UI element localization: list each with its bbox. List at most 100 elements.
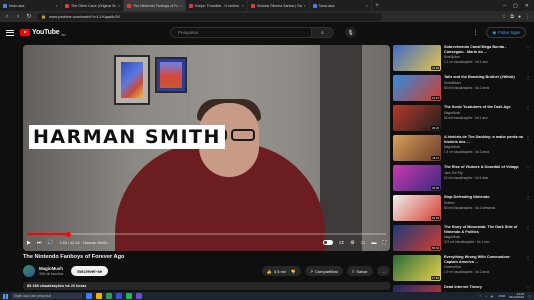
recommendation-item[interactable]: 21:47 Tails and the Bombing Brother (#Wea… bbox=[393, 75, 530, 101]
tab-close-icon[interactable]: × bbox=[242, 3, 244, 8]
tab-close-icon[interactable]: × bbox=[118, 3, 120, 8]
recommendation-channel[interactable]: CinemaSins bbox=[444, 265, 523, 269]
forward-icon[interactable]: › bbox=[15, 14, 21, 20]
channel-avatar[interactable] bbox=[23, 265, 35, 277]
subscribe-button[interactable]: Inscrever-se bbox=[71, 266, 108, 276]
recommendation-thumbnail[interactable]: 38:20 bbox=[393, 105, 441, 131]
autoplay-toggle[interactable] bbox=[323, 240, 334, 245]
recommendation-thumbnail[interactable]: 24:11 bbox=[393, 135, 441, 161]
windows-start-icon[interactable] bbox=[3, 293, 8, 299]
browser-tab[interactable]: Victoria Oliveira Santos | Gamei...× bbox=[248, 0, 310, 11]
next-icon[interactable]: ⏭ bbox=[37, 240, 42, 246]
taskbar-search[interactable]: Digite aqui para pesquisar bbox=[12, 293, 82, 299]
file-explorer-icon[interactable] bbox=[96, 293, 102, 299]
tab-close-icon[interactable]: × bbox=[304, 3, 306, 8]
recommendation-channel[interactable]: MagicMush bbox=[444, 111, 523, 115]
address-bar[interactable]: 🔒 www.youtube.com/watch?v=LJ-Kqau6rG8 bbox=[37, 12, 382, 21]
like-button[interactable]: 👍 4,5 mil | 👎 bbox=[261, 266, 301, 276]
browser-tab[interactable]: Dorps: Truncible - O melhor da...× bbox=[186, 0, 248, 11]
recommendation-menu-icon[interactable]: ⋮ bbox=[526, 45, 530, 71]
subtitles-icon[interactable]: ㏄ bbox=[339, 239, 344, 246]
recommendation-title[interactable]: Stop Defending Nintendo bbox=[444, 195, 523, 200]
speaker-icon[interactable]: 🔈 bbox=[491, 294, 495, 298]
recommendation-menu-icon[interactable]: ⋮ bbox=[526, 225, 530, 251]
recommendation-thumbnail[interactable]: 19:33 bbox=[393, 195, 441, 221]
play-icon[interactable]: ▶ bbox=[27, 240, 31, 246]
recommendation-channel[interactable]: MagicMush bbox=[444, 235, 523, 239]
browser-tab[interactable]: The Nintendo Fanboys of Forev...× bbox=[124, 0, 186, 11]
video-progress-bar[interactable] bbox=[27, 231, 386, 237]
recommendation-menu-icon[interactable]: ⋮ bbox=[526, 195, 530, 221]
recommendation-title[interactable]: Everything Wrong With Commodore: Captain… bbox=[444, 255, 523, 264]
tab-close-icon[interactable]: × bbox=[180, 3, 182, 8]
tab-close-icon[interactable]: × bbox=[366, 3, 368, 8]
settings-gear-icon[interactable]: ⚙ bbox=[350, 240, 354, 246]
tab-close-icon[interactable]: × bbox=[56, 3, 58, 8]
recommendation-title[interactable]: Dead Internet Theory bbox=[444, 285, 523, 290]
search-input[interactable]: Pesquisar bbox=[171, 30, 311, 35]
recommendation-item[interactable]: 45:09 The Rise of Vtubers & Downfall of V… bbox=[393, 165, 530, 191]
recommendation-item[interactable]: 17:45 Everything Wrong With Commodore: Ca… bbox=[393, 255, 530, 281]
task-view-icon[interactable] bbox=[86, 293, 92, 299]
recommendation-menu-icon[interactable]: ⋮ bbox=[526, 165, 530, 191]
recommendation-thumbnail[interactable]: 13:02 bbox=[393, 45, 441, 71]
recommendation-title[interactable]: Sobrevivendo Canal Mega Bonita - Consegu… bbox=[444, 45, 523, 54]
recommendation-title[interactable]: Tails and the Bombing Brother (#Weak) bbox=[444, 75, 523, 80]
recommendation-item[interactable]: 38:20 The Sonic Youtubers of the Dark Age… bbox=[393, 105, 530, 131]
browser-tab[interactable]: The Other Cave (Original Sound)× bbox=[62, 0, 124, 11]
app-icon[interactable] bbox=[136, 293, 142, 299]
description-box[interactable]: 85.158 visualizações há 23 horas bbox=[23, 282, 390, 290]
recommendation-channel[interactable]: BlueSpiken bbox=[444, 55, 523, 59]
browser-menu-icon[interactable]: ⋮ bbox=[525, 14, 530, 20]
search-box[interactable]: Pesquisar ⌕ bbox=[170, 27, 334, 38]
network-icon[interactable]: ⌁ bbox=[485, 294, 487, 298]
close-window-icon[interactable]: ✕ bbox=[525, 3, 529, 9]
chrome-icon[interactable] bbox=[106, 293, 112, 299]
new-tab-button[interactable]: + bbox=[372, 0, 382, 11]
recommendation-channel[interactable]: Jack The Pig bbox=[444, 171, 523, 175]
reload-icon[interactable]: ↻ bbox=[26, 13, 32, 20]
thumbs-down-icon[interactable]: 👎 bbox=[291, 269, 296, 274]
spotify-icon[interactable] bbox=[126, 293, 132, 299]
video-progress-scrubber[interactable] bbox=[65, 231, 71, 237]
recommendation-title[interactable]: The Rise of Vtubers & Downfall of Vidapp bbox=[444, 165, 523, 170]
extensions-icon[interactable]: ⧉ bbox=[510, 14, 514, 20]
discord-icon[interactable] bbox=[116, 293, 122, 299]
maximize-icon[interactable]: ▢ bbox=[513, 3, 518, 9]
recommendation-title[interactable]: A história de Tim Dankley: a maior perda… bbox=[444, 135, 523, 144]
recommendation-menu-icon[interactable]: ⋮ bbox=[526, 255, 530, 281]
browser-tab[interactable]: Novo aba × bbox=[310, 0, 372, 11]
taskbar-clock[interactable]: 14:02 04/12/2021 bbox=[509, 292, 524, 300]
sign-in-button[interactable]: ◉ Fazer login bbox=[486, 27, 526, 38]
browser-tab[interactable]: Novo aba × bbox=[0, 0, 62, 11]
hamburger-menu-icon[interactable] bbox=[6, 29, 14, 36]
recommendation-thumbnail[interactable]: 56:02 bbox=[393, 225, 441, 251]
recommendation-item[interactable]: 19:33 Stop Defending Nintendo Kirbeez 80 mi… bbox=[393, 195, 530, 221]
recommendation-thumbnail[interactable]: 11:08 bbox=[393, 285, 441, 292]
recommendation-item[interactable]: 56:02 The Story of Moonstab: The Dark Sid… bbox=[393, 225, 530, 251]
youtube-logo[interactable]: YouTube BR bbox=[20, 29, 66, 37]
recommendation-menu-icon[interactable]: ⋮ bbox=[526, 75, 530, 101]
recommendation-item[interactable]: 24:11 A história de Tim Dankley: a maior … bbox=[393, 135, 530, 161]
recommendation-title[interactable]: The Story of Moonstab: The Dark Side of … bbox=[444, 225, 523, 234]
share-button[interactable]: ↗ Compartilhar bbox=[304, 266, 343, 276]
recommendation-item[interactable]: 13:02 Sobrevivendo Canal Mega Bonita - Co… bbox=[393, 45, 530, 71]
recommendation-title[interactable]: The Sonic Youtubers of the Dark Age bbox=[444, 105, 523, 110]
recommendation-channel[interactable]: Kirbeez bbox=[444, 201, 523, 205]
tray-chevron-icon[interactable]: ˄ bbox=[479, 294, 481, 298]
volume-icon[interactable]: 🔊 bbox=[47, 240, 53, 246]
bookmark-star-icon[interactable]: ☆ bbox=[502, 14, 506, 20]
recommendation-menu-icon[interactable]: ⋮ bbox=[526, 135, 530, 161]
video-player[interactable]: HARMAN SMITH ▶ ⏭ 🔊 4:53 / 42:16 · Harman… bbox=[23, 45, 390, 251]
more-actions-button[interactable]: ... bbox=[376, 266, 390, 276]
recommendation-menu-icon[interactable]: ⋮ bbox=[526, 105, 530, 131]
save-button[interactable]: ≡ Salvar bbox=[346, 266, 373, 276]
back-icon[interactable]: ‹ bbox=[4, 14, 10, 20]
minimize-icon[interactable]: – bbox=[503, 3, 506, 9]
recommendation-channel[interactable]: SonicBlazer bbox=[444, 81, 523, 85]
recommendation-thumbnail[interactable]: 21:47 bbox=[393, 75, 441, 101]
recommendation-item[interactable]: 11:08Dead Internet TheoryKurzgesagt2 mi … bbox=[393, 285, 530, 292]
video-time-display[interactable]: 4:53 / 42:16 · Harman Smith › bbox=[60, 241, 110, 245]
search-button[interactable]: ⌕ bbox=[311, 28, 333, 37]
fullscreen-icon[interactable]: ⛶ bbox=[382, 240, 386, 246]
